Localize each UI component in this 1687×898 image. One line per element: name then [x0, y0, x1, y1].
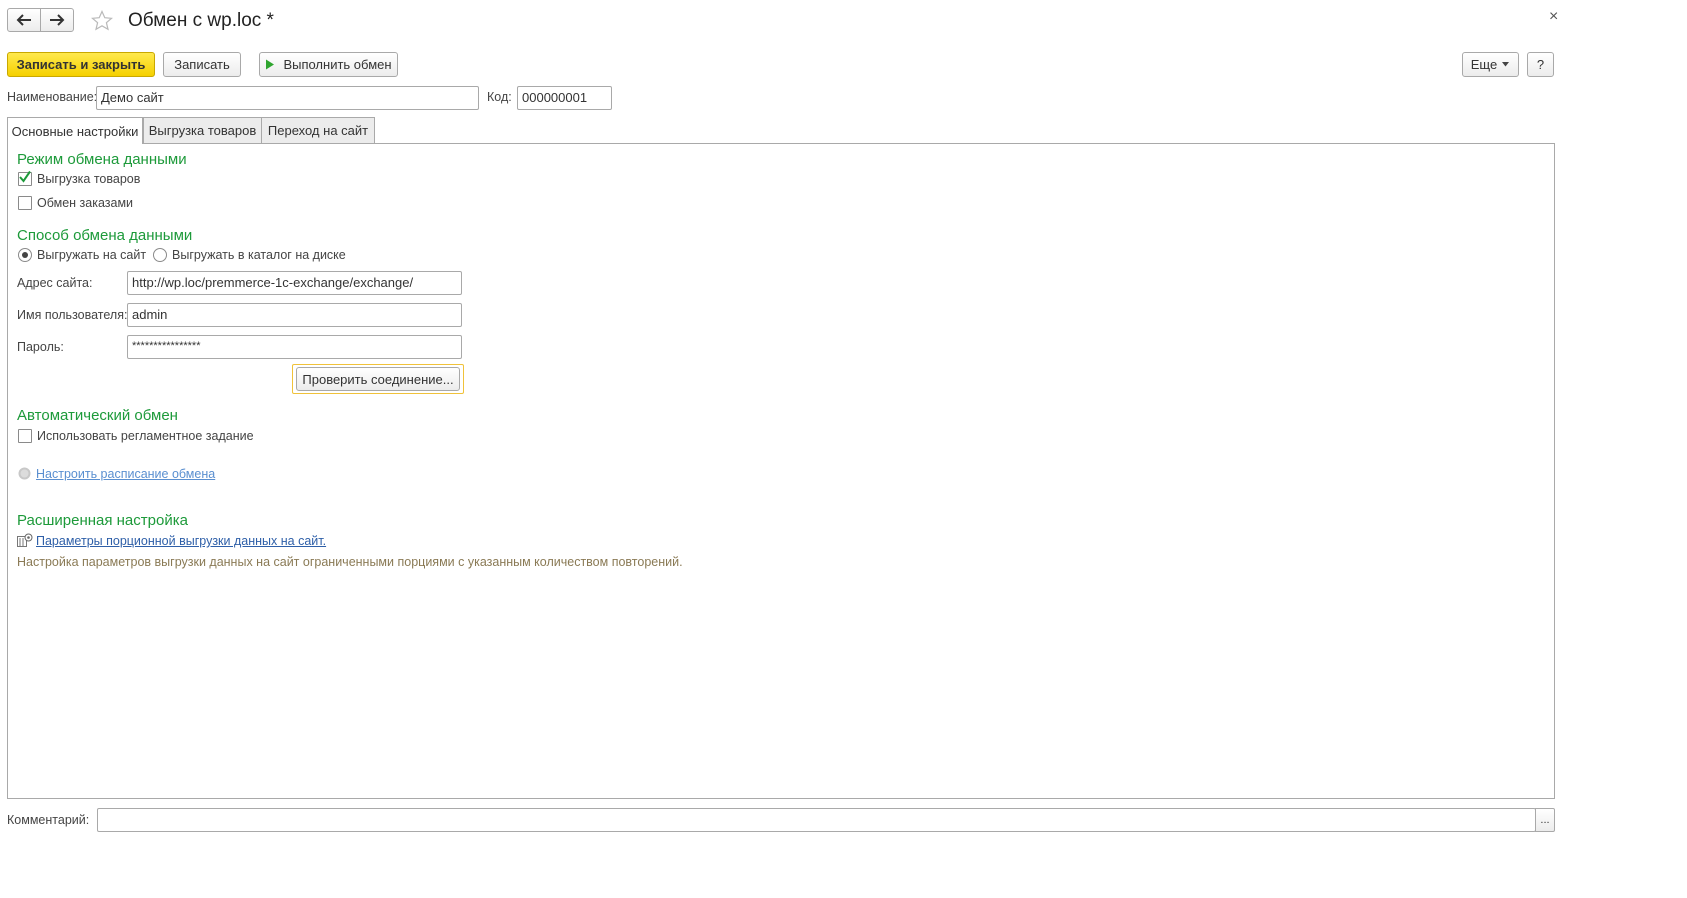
site-address-field[interactable]: http://wp.loc/premmerce-1c-exchange/exch…: [127, 271, 462, 295]
code-label: Код:: [487, 90, 512, 104]
site-address-label: Адрес сайта:: [17, 276, 93, 290]
more-button[interactable]: Еще: [1462, 52, 1519, 77]
auto-section-title: Автоматический обмен: [17, 407, 178, 424]
schedule-link[interactable]: Настроить расписание обмена: [36, 467, 215, 481]
use-scheduled-job-label: Использовать регламентное задание: [37, 429, 254, 443]
use-scheduled-job-checkbox[interactable]: [18, 429, 32, 443]
save-button[interactable]: Записать: [163, 52, 241, 77]
comment-select-button[interactable]: ...: [1535, 808, 1555, 832]
batch-export-link[interactable]: Параметры порционной выгрузки данных на …: [36, 534, 326, 548]
tab-panel: [7, 143, 1555, 799]
code-field[interactable]: 000000001: [517, 86, 612, 110]
save-and-close-button[interactable]: Записать и закрыть: [7, 52, 155, 77]
comment-label: Комментарий:: [7, 813, 90, 827]
gear-icon: [17, 533, 33, 547]
advanced-section-title: Расширенная настройка: [17, 512, 188, 529]
run-exchange-button[interactable]: Выполнить обмен: [259, 52, 398, 77]
more-label: Еще: [1470, 57, 1498, 72]
username-field[interactable]: admin: [127, 303, 462, 327]
username-label: Имя пользователя:: [17, 308, 128, 322]
export-to-disk-radio[interactable]: [153, 248, 167, 262]
star-icon: [91, 10, 113, 31]
arrow-left-icon: [16, 14, 31, 26]
comment-field[interactable]: [97, 808, 1536, 832]
password-label: Пароль:: [17, 340, 64, 354]
export-goods-label: Выгрузка товаров: [37, 172, 141, 186]
name-label: Наименование:: [7, 90, 98, 104]
help-button[interactable]: ?: [1527, 52, 1554, 77]
check-connection-button[interactable]: Проверить соединение...: [296, 367, 460, 391]
tab-goods-export[interactable]: Выгрузка товаров: [143, 117, 262, 143]
password-field[interactable]: ****************: [127, 335, 462, 359]
export-to-site-label: Выгружать на сайт: [37, 248, 147, 262]
method-section-title: Способ обмена данными: [17, 227, 193, 244]
export-to-site-radio[interactable]: [18, 248, 32, 262]
favorite-star-button[interactable]: [91, 10, 113, 32]
clock-icon: [18, 467, 31, 480]
run-exchange-label: Выполнить обмен: [283, 57, 392, 72]
play-icon: [266, 59, 275, 70]
chevron-down-icon: [1502, 62, 1510, 67]
export-goods-checkbox[interactable]: [18, 170, 32, 186]
forward-button[interactable]: [40, 8, 74, 32]
arrow-right-icon: [50, 14, 65, 26]
exchange-orders-label: Обмен заказами: [37, 196, 134, 210]
export-to-disk-label: Выгружать в каталог на диске: [172, 248, 346, 262]
batch-export-description: Настройка параметров выгрузки данных на …: [17, 555, 683, 569]
check-icon: [19, 170, 31, 183]
tab-go-to-site[interactable]: Переход на сайт: [261, 117, 375, 143]
tab-main-settings[interactable]: Основные настройки: [7, 117, 143, 144]
window-title: Обмен с wp.loc *: [128, 10, 274, 31]
name-field[interactable]: Демо сайт: [96, 86, 479, 110]
close-icon[interactable]: ×: [1549, 8, 1558, 26]
back-button[interactable]: [7, 8, 41, 32]
mode-section-title: Режим обмена данными: [17, 151, 187, 168]
exchange-orders-checkbox[interactable]: [18, 196, 32, 210]
